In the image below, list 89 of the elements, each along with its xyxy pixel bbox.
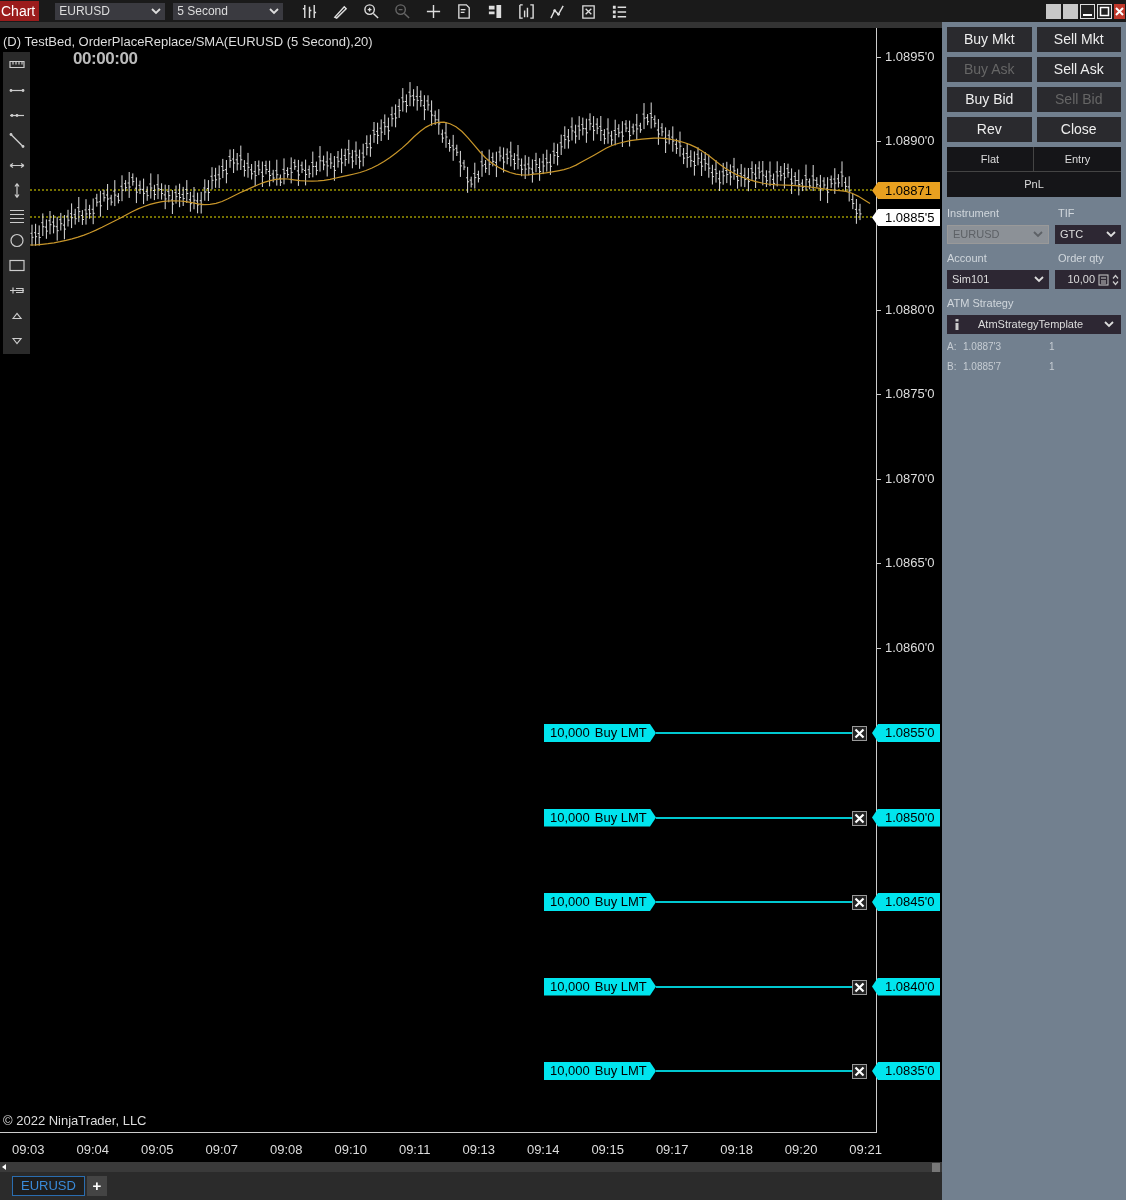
scroll-left-icon[interactable] bbox=[2, 1164, 7, 1170]
order-price-tag: 1.0850'0 bbox=[872, 808, 940, 827]
circle-icon[interactable] bbox=[7, 231, 26, 250]
chart-title: (D) TestBed, OrderPlaceReplace/SMA(EURUSD (5 Second),20) bbox=[3, 33, 373, 51]
time-label: 09:11 bbox=[398, 1140, 431, 1159]
time-label: 09:17 bbox=[655, 1140, 689, 1159]
quote-price: 1.0887'3 bbox=[963, 339, 1003, 354]
field-label: ATM Strategy bbox=[947, 296, 1015, 309]
time-label: 09:03 bbox=[12, 1140, 45, 1159]
bar-type-icon[interactable] bbox=[301, 2, 319, 20]
time-label: 09:20 bbox=[784, 1140, 818, 1159]
entry-label: Entry bbox=[1034, 147, 1121, 172]
atm-strategy-dropdown[interactable]: AtmStrategyTemplate bbox=[947, 315, 1121, 334]
time-label: 09:15 bbox=[591, 1140, 624, 1159]
minimize-icon[interactable] bbox=[1080, 3, 1095, 19]
field-label: Instrument bbox=[947, 206, 1000, 219]
window-button-icon[interactable] bbox=[1063, 3, 1078, 19]
price-label: 1.0870'0 bbox=[885, 471, 935, 487]
price-label: 1.0875'0 bbox=[885, 386, 935, 402]
order-label[interactable]: 10,000 Buy LMT bbox=[544, 724, 656, 742]
field-label: TIF bbox=[1058, 206, 1075, 219]
time-label: 09:05 bbox=[140, 1140, 174, 1159]
info-icon[interactable] bbox=[954, 319, 960, 330]
instrument-dropdown[interactable]: EURUSD bbox=[55, 2, 166, 20]
time-label: 09:13 bbox=[462, 1140, 495, 1159]
order-label[interactable]: 10,000 Buy LMT bbox=[544, 893, 656, 911]
order-price-tag: 1.0845'0 bbox=[872, 893, 940, 911]
field-label: Account bbox=[947, 251, 988, 264]
tif-dropdown[interactable]: GTC bbox=[1054, 225, 1121, 244]
field-label: Order qty bbox=[1058, 251, 1104, 264]
pnl-label: PnL bbox=[1023, 177, 1045, 192]
account-dropdown[interactable]: Sim101 bbox=[947, 270, 1049, 289]
quote-size: 1 bbox=[1049, 339, 1055, 354]
time-label: 09:08 bbox=[269, 1140, 303, 1159]
order-button[interactable]: Rev bbox=[947, 117, 1032, 142]
order-label[interactable]: 10,000 Buy LMT bbox=[544, 808, 656, 827]
price-label: 1.0860'0 bbox=[885, 640, 935, 656]
interval-dropdown[interactable]: 5 Second bbox=[173, 2, 284, 20]
order-line[interactable] bbox=[656, 816, 853, 819]
price-label: 1.0880'0 bbox=[885, 302, 935, 318]
add-tab-button[interactable]: + bbox=[86, 1176, 107, 1196]
zoom-in-icon[interactable] bbox=[363, 2, 381, 20]
last-price-marker: 1.08871 bbox=[872, 182, 940, 199]
price-marker: 1.0885'5 bbox=[872, 209, 940, 226]
time-label: 09:18 bbox=[720, 1140, 753, 1159]
order-button[interactable]: Sell Mkt bbox=[1036, 27, 1121, 52]
price-label: 1.0865'0 bbox=[885, 555, 935, 571]
crosshair-icon[interactable] bbox=[425, 2, 443, 20]
zoom-out-icon[interactable] bbox=[394, 2, 412, 20]
spinner-icon[interactable] bbox=[1112, 273, 1119, 286]
time-label: 09:04 bbox=[76, 1140, 110, 1159]
quote-side: B: bbox=[947, 359, 958, 374]
time-label: 09:14 bbox=[526, 1140, 560, 1159]
time-label: 09:21 bbox=[849, 1140, 882, 1159]
chart-tab[interactable]: EURUSD bbox=[12, 1176, 85, 1196]
time-label: 09:07 bbox=[205, 1140, 238, 1159]
scroll-thumb-icon[interactable] bbox=[932, 1162, 940, 1172]
price-label: 1.0895'0 bbox=[885, 49, 935, 65]
calculator-icon[interactable] bbox=[1098, 272, 1109, 287]
quote-price: 1.0885'7 bbox=[963, 359, 1003, 374]
close-icon[interactable] bbox=[1114, 3, 1125, 19]
order-button[interactable]: Close bbox=[1036, 117, 1121, 142]
bar-chart-icon[interactable] bbox=[518, 2, 536, 20]
order-button[interactable]: Buy Mkt bbox=[947, 27, 1032, 52]
order-button[interactable]: Buy Bid bbox=[947, 87, 1032, 112]
order-price-tag: 1.0835'0 bbox=[872, 1062, 940, 1080]
quote-size: 1 bbox=[1049, 359, 1055, 374]
quote-side: A: bbox=[947, 339, 958, 354]
cancel-order-icon[interactable] bbox=[852, 979, 867, 995]
time-label: 09:10 bbox=[334, 1140, 367, 1159]
maximize-icon[interactable] bbox=[1097, 3, 1112, 19]
chart-tab[interactable]: Chart bbox=[0, 1, 40, 21]
window-button-icon[interactable] bbox=[1046, 3, 1061, 19]
flat-label: Flat bbox=[947, 147, 1034, 172]
cancel-order-icon[interactable] bbox=[852, 810, 867, 826]
order-label[interactable]: 10,000 Buy LMT bbox=[544, 1062, 656, 1080]
order-button[interactable]: Sell Ask bbox=[1036, 57, 1121, 82]
order-line[interactable] bbox=[656, 985, 853, 988]
copyright-text: © 2022 NinjaTrader, LLC bbox=[3, 1112, 147, 1130]
cancel-order-icon[interactable] bbox=[852, 726, 867, 741]
quantity-field[interactable]: 10,00 bbox=[1055, 270, 1121, 289]
price-label: 1.0890'0 bbox=[885, 133, 935, 149]
cancel-order-icon[interactable] bbox=[852, 895, 867, 910]
trend-line-icon[interactable] bbox=[7, 131, 26, 150]
order-price-tag: 1.0855'0 bbox=[872, 724, 940, 742]
timer-text: 00:00:00 bbox=[73, 49, 138, 70]
order-label[interactable]: 10,000 Buy LMT bbox=[544, 977, 656, 996]
order-price-tag: 1.0840'0 bbox=[872, 977, 940, 996]
cancel-order-icon[interactable] bbox=[852, 1064, 867, 1079]
